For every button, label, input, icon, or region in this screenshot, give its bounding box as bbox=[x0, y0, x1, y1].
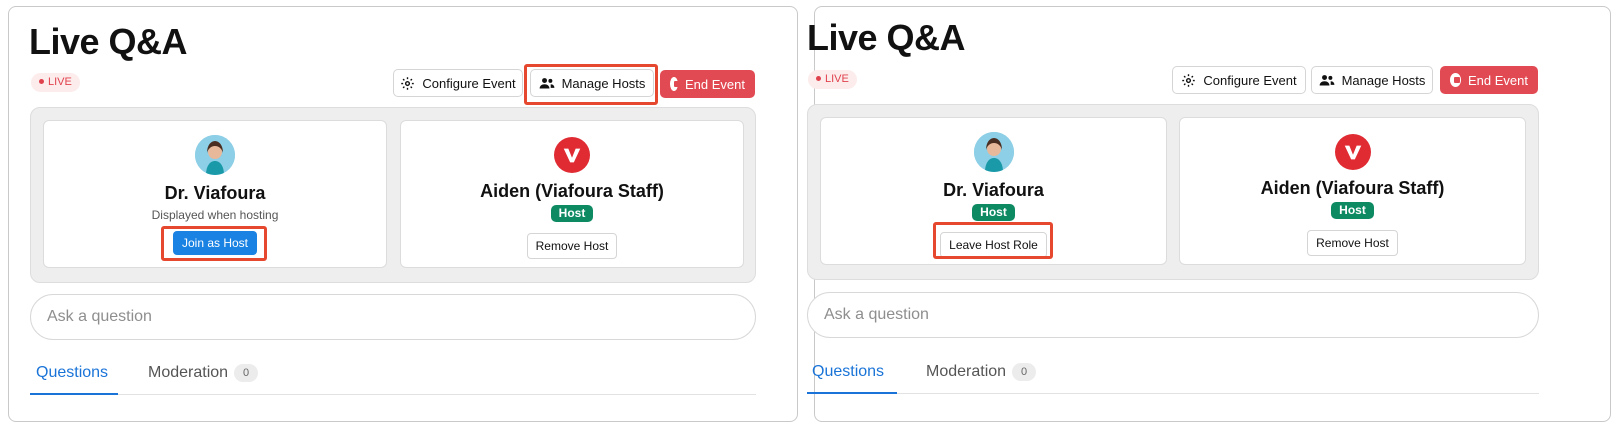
tab-moderation[interactable]: Moderation 0 bbox=[926, 363, 1037, 381]
manage-hosts-button[interactable]: Manage Hosts bbox=[530, 69, 654, 97]
moderation-count-badge: 0 bbox=[1012, 363, 1037, 381]
configure-event-button[interactable]: Configure Event bbox=[1172, 66, 1306, 94]
ask-question-input[interactable]: Ask a question bbox=[30, 294, 756, 340]
page-title: Live Q&A bbox=[29, 21, 188, 62]
tab-moderation[interactable]: Moderation 0 bbox=[148, 364, 259, 382]
configure-event-label: Configure Event bbox=[1203, 72, 1297, 88]
tab-moderation-label: Moderation bbox=[148, 364, 229, 381]
avatar bbox=[973, 132, 1014, 172]
leave-host-role-button[interactable]: Leave Host Role bbox=[940, 232, 1047, 258]
tabs-divider bbox=[30, 394, 756, 395]
tab-questions[interactable]: Questions bbox=[36, 364, 108, 382]
host-card: Aiden (Viafoura Staff) Host Remove Host bbox=[400, 120, 744, 268]
remove-host-button[interactable]: Remove Host bbox=[526, 233, 618, 259]
live-qa-panel-before: Live Q&A LIVE Configure Event Manage Hos… bbox=[8, 6, 798, 422]
end-event-label: End Event bbox=[1468, 72, 1528, 88]
viafoura-logo-icon bbox=[1334, 134, 1371, 170]
host-name: Dr. Viafoura bbox=[943, 180, 1044, 200]
live-status-badge: LIVE bbox=[31, 73, 80, 92]
manage-hosts-button[interactable]: Manage Hosts bbox=[1311, 66, 1433, 94]
live-label: LIVE bbox=[48, 76, 72, 88]
configure-event-button[interactable]: Configure Event bbox=[393, 69, 523, 97]
active-tab-indicator bbox=[30, 393, 118, 395]
host-name: Aiden (Viafoura Staff) bbox=[1260, 178, 1445, 198]
host-subtitle: Displayed when hosting bbox=[151, 208, 279, 222]
remove-host-button[interactable]: Remove Host bbox=[1307, 230, 1398, 256]
tab-moderation-label: Moderation bbox=[926, 363, 1007, 380]
host-card: Dr. Viafoura Displayed when hosting Join… bbox=[43, 120, 387, 268]
live-dot-icon bbox=[39, 79, 44, 84]
host-card: Aiden (Viafoura Staff) Host Remove Host bbox=[1179, 117, 1526, 265]
end-event-button[interactable]: End Event bbox=[660, 70, 755, 98]
manage-hosts-label: Manage Hosts bbox=[1341, 72, 1426, 88]
avatar bbox=[195, 135, 235, 175]
host-role-badge: Host bbox=[1331, 202, 1374, 219]
host-name: Aiden (Viafoura Staff) bbox=[480, 181, 664, 201]
end-event-button[interactable]: End Event bbox=[1440, 66, 1538, 94]
host-role-badge: Host bbox=[550, 205, 594, 222]
users-icon bbox=[539, 78, 554, 89]
manage-hosts-label: Manage Hosts bbox=[561, 75, 646, 91]
hosts-container: Dr. Viafoura Displayed when hosting Join… bbox=[30, 107, 756, 283]
gear-icon bbox=[1182, 73, 1196, 87]
gear-icon bbox=[401, 76, 415, 90]
host-name: Dr. Viafoura bbox=[164, 183, 266, 203]
ask-question-input[interactable]: Ask a question bbox=[807, 292, 1539, 338]
hosts-container: Dr. Viafoura Host Leave Host Role Aiden … bbox=[807, 104, 1539, 280]
viafoura-logo-icon bbox=[554, 137, 590, 173]
configure-event-label: Configure Event bbox=[422, 75, 516, 91]
live-qa-panel-after: Live Q&A LIVE Configure Event Manage Hos… bbox=[807, 6, 1611, 422]
live-dot-icon bbox=[816, 76, 821, 81]
moderation-count-badge: 0 bbox=[234, 364, 259, 382]
host-card: Dr. Viafoura Host Leave Host Role bbox=[820, 117, 1167, 265]
active-tab-indicator bbox=[807, 392, 897, 394]
end-event-label: End Event bbox=[685, 76, 745, 92]
live-label: LIVE bbox=[825, 73, 849, 85]
live-status-badge: LIVE bbox=[808, 70, 857, 89]
users-icon bbox=[1319, 75, 1334, 86]
tab-questions[interactable]: Questions bbox=[812, 363, 884, 381]
join-as-host-button[interactable]: Join as Host bbox=[172, 231, 258, 255]
host-role-badge: Host bbox=[972, 204, 1015, 221]
tabs-divider bbox=[807, 393, 1539, 394]
stop-circle-icon bbox=[1450, 73, 1461, 87]
page-title: Live Q&A bbox=[807, 17, 966, 58]
stop-circle-icon bbox=[670, 77, 680, 91]
